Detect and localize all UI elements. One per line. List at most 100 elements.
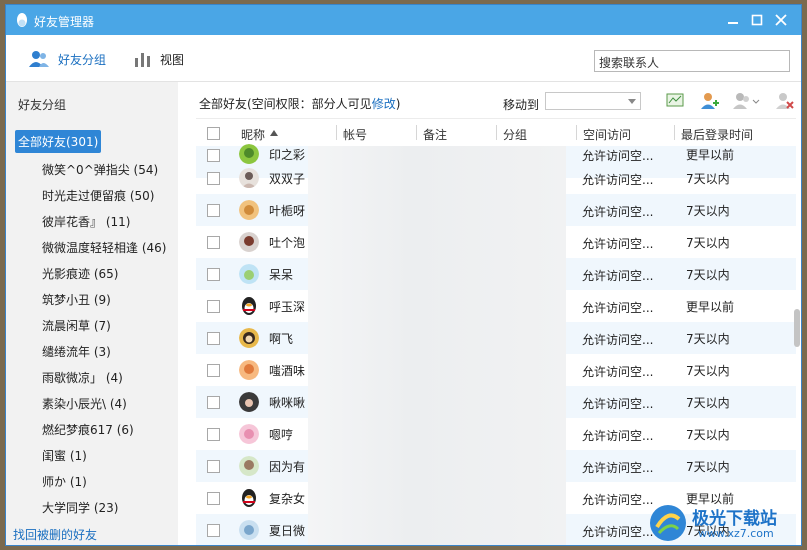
avatar xyxy=(239,456,259,476)
row-checkbox[interactable] xyxy=(207,396,220,409)
sidebar-item-group[interactable]: 彼岸花香』 (11) xyxy=(42,213,130,230)
avatar xyxy=(239,520,259,540)
row-nickname: 印之彩 xyxy=(269,148,306,162)
tab-friend-groups[interactable]: 好友分组 xyxy=(28,50,106,68)
sidebar-item-group[interactable]: 闺蜜 (1) xyxy=(42,447,87,464)
row-checkbox[interactable] xyxy=(207,236,220,249)
row-last-login: 7天以内 xyxy=(686,172,730,186)
tab-view[interactable]: 视图 xyxy=(134,50,184,68)
sidebar-item-group[interactable]: 缱绻流年 (3) xyxy=(42,343,111,360)
watermark-name: 极光下载站 xyxy=(692,509,777,529)
row-space-access: 允许访问空... xyxy=(582,333,654,347)
row-nickname: 吐个泡 xyxy=(269,236,306,250)
column-account[interactable]: 帐号 xyxy=(343,126,367,143)
row-last-login: 7天以内 xyxy=(686,332,730,346)
scope-suffix: ) xyxy=(395,97,401,111)
row-checkbox[interactable] xyxy=(207,524,220,537)
avatar xyxy=(239,232,259,252)
column-separator xyxy=(674,125,675,140)
add-friend-icon[interactable] xyxy=(699,91,719,111)
row-last-login: 7天以内 xyxy=(686,204,730,218)
row-nickname: 因为有 xyxy=(269,460,306,474)
row-space-access: 允许访问空... xyxy=(582,493,654,507)
scope-line: 全部好友(空间权限：部分人可见修改) xyxy=(199,95,400,112)
chevron-down-icon xyxy=(628,99,636,104)
row-space-access: 允许访问空... xyxy=(582,461,654,475)
row-nickname: 啾咪啾 xyxy=(269,396,306,410)
column-group[interactable]: 分组 xyxy=(503,126,527,143)
row-space-access: 允许访问空... xyxy=(582,397,654,411)
row-last-login: 7天以内 xyxy=(686,428,730,442)
row-checkbox[interactable] xyxy=(207,204,220,217)
row-checkbox[interactable] xyxy=(207,332,220,345)
sort-ascending-icon xyxy=(270,130,278,136)
row-space-access: 允许访问空... xyxy=(582,301,654,315)
manage-friends-icon[interactable] xyxy=(732,91,760,111)
sidebar-item-group[interactable]: 时光走过便留痕 (50) xyxy=(42,187,154,204)
sidebar-item-group[interactable]: 燃纪梦痕617 (6) xyxy=(42,421,134,438)
watermark: 极光下载站 www.xz7.com xyxy=(646,501,801,545)
row-nickname: 复杂女 xyxy=(269,492,306,506)
scrollbar[interactable] xyxy=(794,145,800,545)
qq-penguin-avatar xyxy=(242,297,256,315)
sidebar-item-group[interactable]: 素染小辰光\ (4) xyxy=(42,395,127,412)
row-last-login: 更早以前 xyxy=(686,148,735,162)
avatar xyxy=(239,424,259,444)
avatar xyxy=(239,360,259,380)
delete-friend-icon[interactable] xyxy=(774,91,794,111)
friend-manager-window: 好友管理器 好友分组 视图 搜索联系人 好友分组 全部好友(301) 微笑^0^… xyxy=(6,5,801,545)
scope-text: 全部好友(空间权限：部分人可见 xyxy=(199,97,372,111)
column-space-access[interactable]: 空间访问 xyxy=(583,126,631,143)
column-separator xyxy=(576,125,577,140)
sidebar-item-group[interactable]: 师か (1) xyxy=(42,473,87,490)
sidebar-item-group[interactable]: 光影痕迹 (65) xyxy=(42,265,118,282)
search-input[interactable]: 搜索联系人 xyxy=(594,50,790,72)
avatar xyxy=(239,328,259,348)
row-checkbox[interactable] xyxy=(207,492,220,505)
recover-deleted-friends-link[interactable]: 找回被删的好友 xyxy=(13,526,97,543)
sidebar-item-group[interactable]: 大学同学 (23) xyxy=(42,499,118,516)
maximize-icon[interactable] xyxy=(749,12,765,28)
close-icon[interactable] xyxy=(773,12,789,28)
avatar xyxy=(239,392,259,412)
row-nickname: 夏日微 xyxy=(269,524,306,538)
column-separator xyxy=(416,125,417,140)
row-checkbox[interactable] xyxy=(207,364,220,377)
row-checkbox[interactable] xyxy=(207,460,220,473)
sidebar-item-all-friends[interactable]: 全部好友(301) xyxy=(15,130,102,153)
row-checkbox[interactable] xyxy=(207,149,220,162)
watermark-url: www.xz7.com xyxy=(698,527,774,540)
modify-link[interactable]: 修改 xyxy=(372,97,396,111)
minimize-icon[interactable] xyxy=(725,12,741,28)
group-sidebar: 好友分组 全部好友(301) 微笑^0^弹指尖 (54) 时光走过便留痕 (50… xyxy=(6,82,178,545)
row-checkbox[interactable] xyxy=(207,268,220,281)
scrollbar-thumb[interactable] xyxy=(794,309,800,347)
row-checkbox[interactable] xyxy=(207,300,220,313)
title-bar: 好友管理器 xyxy=(6,5,801,35)
select-all-checkbox[interactable] xyxy=(207,127,220,140)
row-nickname: 啊飞 xyxy=(269,332,294,346)
row-space-access: 允许访问空... xyxy=(582,237,654,251)
row-checkbox[interactable] xyxy=(207,172,220,185)
row-last-login: 7天以内 xyxy=(686,364,730,378)
sidebar-item-group[interactable]: 流晨闲草 (7) xyxy=(42,317,111,334)
row-last-login: 7天以内 xyxy=(686,268,730,282)
move-to-select[interactable] xyxy=(545,92,641,110)
column-note[interactable]: 备注 xyxy=(423,126,447,143)
move-to-label: 移动到 xyxy=(503,98,540,112)
column-last-login[interactable]: 最后登录时间 xyxy=(681,126,753,143)
tab-view-label: 视图 xyxy=(160,52,185,67)
row-space-access: 允许访问空... xyxy=(582,429,654,443)
row-checkbox[interactable] xyxy=(207,428,220,441)
sidebar-item-group[interactable]: 微微温度轻轻相逢 (46) xyxy=(42,239,166,256)
tab-friend-groups-label: 好友分组 xyxy=(58,52,107,67)
send-message-icon[interactable] xyxy=(665,91,685,111)
row-nickname: 叶栀呀 xyxy=(269,204,306,218)
row-last-login: 7天以内 xyxy=(686,460,730,474)
column-nickname[interactable]: 昵称 xyxy=(241,126,265,143)
sidebar-item-group[interactable]: 微笑^0^弹指尖 (54) xyxy=(42,161,158,178)
avatar xyxy=(239,144,259,164)
sidebar-item-group[interactable]: 筑梦小丑 (9) xyxy=(42,291,111,308)
sidebar-item-group[interactable]: 雨歇微凉」 (4) xyxy=(42,369,123,386)
main-panel: 全部好友(空间权限：部分人可见修改) 移动到 昵称 帐号 备注 分组 空间访问 … xyxy=(178,82,801,545)
